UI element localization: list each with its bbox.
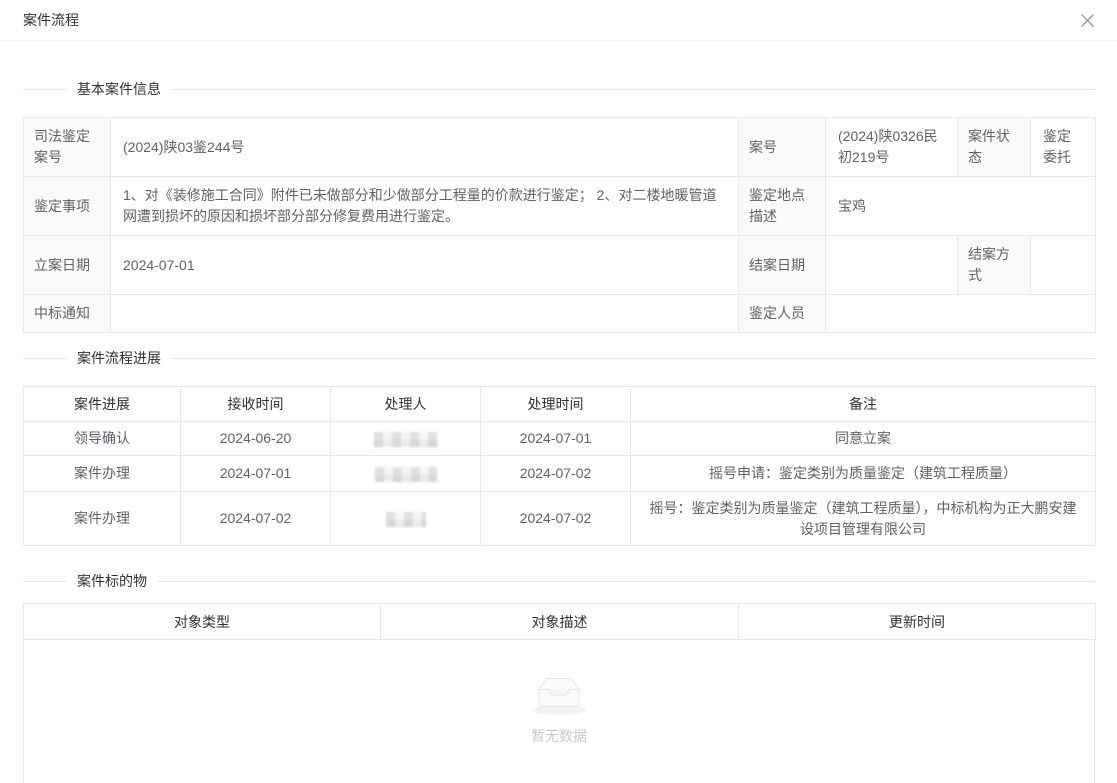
column-header-object-description: 对象描述: [381, 604, 739, 640]
field-value-appraisal-matter: 1、对《装修施工合同》附件已未做部分和少做部分工程量的价款进行鉴定； 2、对二楼…: [111, 177, 739, 236]
cell-received-time: 2024-07-01: [181, 456, 331, 492]
section-divider-basic-info: 基本案件信息: [23, 79, 1095, 99]
subject-table: 对象类型 对象描述 更新时间: [23, 603, 1096, 640]
section-divider-subject: 案件标的物: [23, 571, 1095, 591]
close-button[interactable]: [1077, 10, 1097, 30]
field-label-award-notice: 中标通知: [24, 295, 111, 333]
cell-received-time: 2024-06-20: [181, 422, 331, 456]
field-value-closing-date: [826, 236, 958, 295]
section-title-subject: 案件标的物: [67, 571, 157, 591]
cell-remark: 摇号申请：鉴定类别为质量鉴定（建筑工程质量）: [631, 456, 1096, 492]
field-label-appraiser: 鉴定人员: [739, 295, 826, 333]
cell-handler: [331, 492, 481, 546]
dialog-header: 案件流程: [0, 0, 1117, 41]
cell-stage: 领导确认: [24, 422, 181, 456]
section-title-basic-info: 基本案件信息: [67, 79, 171, 99]
field-value-award-notice: [111, 295, 739, 333]
table-header-row: 对象类型 对象描述 更新时间: [24, 604, 1096, 640]
cell-stage: 案件办理: [24, 492, 181, 546]
empty-box-icon: [527, 672, 591, 716]
cell-processed-time: 2024-07-01: [481, 422, 631, 456]
table-row: 案件办理 2024-07-02 2024-07-02 摇号：鉴定类别为质量鉴定（…: [24, 492, 1096, 546]
field-label-appraisal-matter: 鉴定事项: [24, 177, 111, 236]
field-label-court-case-no: 案号: [739, 118, 826, 177]
column-header-handler: 处理人: [331, 387, 481, 422]
field-label-filing-date: 立案日期: [24, 236, 111, 295]
field-value-case-status: 鉴定委托: [1031, 118, 1096, 177]
table-row: 司法鉴定案号 (2024)陕03鉴244号 案号 (2024)陕0326民初21…: [24, 118, 1096, 177]
cell-processed-time: 2024-07-02: [481, 492, 631, 546]
close-icon: [1080, 13, 1095, 28]
dialog-title: 案件流程: [23, 10, 79, 30]
field-label-location: 鉴定地点描述: [739, 177, 826, 236]
section-title-progress: 案件流程进展: [67, 348, 171, 368]
cell-received-time: 2024-07-02: [181, 492, 331, 546]
progress-table: 案件进展 接收时间 处理人 处理时间 备注 领导确认 2024-06-20 20…: [23, 386, 1096, 546]
field-label-appraisal-case-no: 司法鉴定案号: [24, 118, 111, 177]
cell-remark: 摇号：鉴定类别为质量鉴定（建筑工程质量），中标机构为正大鹏安建设项目管理有限公司: [631, 492, 1096, 546]
column-header-object-type: 对象类型: [24, 604, 381, 640]
field-label-case-status: 案件状态: [958, 118, 1031, 177]
cell-processed-time: 2024-07-02: [481, 456, 631, 492]
cell-remark: 同意立案: [631, 422, 1096, 456]
subject-table-empty-body: 暂无数据: [23, 640, 1095, 783]
field-value-court-case-no: (2024)陕0326民初219号: [826, 118, 958, 177]
basic-info-table: 司法鉴定案号 (2024)陕03鉴244号 案号 (2024)陕0326民初21…: [23, 117, 1096, 333]
redacted-handler-name: [386, 512, 426, 527]
dialog-body: 基本案件信息 司法鉴定案号 (2024)陕03鉴244号 案号 (2024)陕0…: [0, 79, 1117, 783]
cell-handler: [331, 422, 481, 456]
column-header-remark: 备注: [631, 387, 1096, 422]
section-divider-progress: 案件流程进展: [23, 348, 1095, 368]
field-value-filing-date: 2024-07-01: [111, 236, 739, 295]
table-row: 案件办理 2024-07-01 2024-07-02 摇号申请：鉴定类别为质量鉴…: [24, 456, 1096, 492]
table-header-row: 案件进展 接收时间 处理人 处理时间 备注: [24, 387, 1096, 422]
field-label-closing-date: 结案日期: [739, 236, 826, 295]
cell-stage: 案件办理: [24, 456, 181, 492]
column-header-update-time: 更新时间: [739, 604, 1096, 640]
column-header-received-time: 接收时间: [181, 387, 331, 422]
table-row: 中标通知 鉴定人员: [24, 295, 1096, 333]
table-row: 立案日期 2024-07-01 结案日期 结案方式: [24, 236, 1096, 295]
table-row: 鉴定事项 1、对《装修施工合同》附件已未做部分和少做部分工程量的价款进行鉴定； …: [24, 177, 1096, 236]
cell-handler: [331, 456, 481, 492]
column-header-stage: 案件进展: [24, 387, 181, 422]
field-value-closing-method: [1031, 236, 1096, 295]
redacted-handler-name: [375, 467, 437, 482]
field-label-closing-method: 结案方式: [958, 236, 1031, 295]
table-row: 领导确认 2024-06-20 2024-07-01 同意立案: [24, 422, 1096, 456]
redacted-handler-name: [374, 432, 438, 447]
empty-data-text: 暂无数据: [531, 726, 587, 746]
column-header-processed-time: 处理时间: [481, 387, 631, 422]
field-value-location: 宝鸡: [826, 177, 1096, 236]
field-value-appraisal-case-no: (2024)陕03鉴244号: [111, 118, 739, 177]
field-value-appraiser: [826, 295, 1096, 333]
